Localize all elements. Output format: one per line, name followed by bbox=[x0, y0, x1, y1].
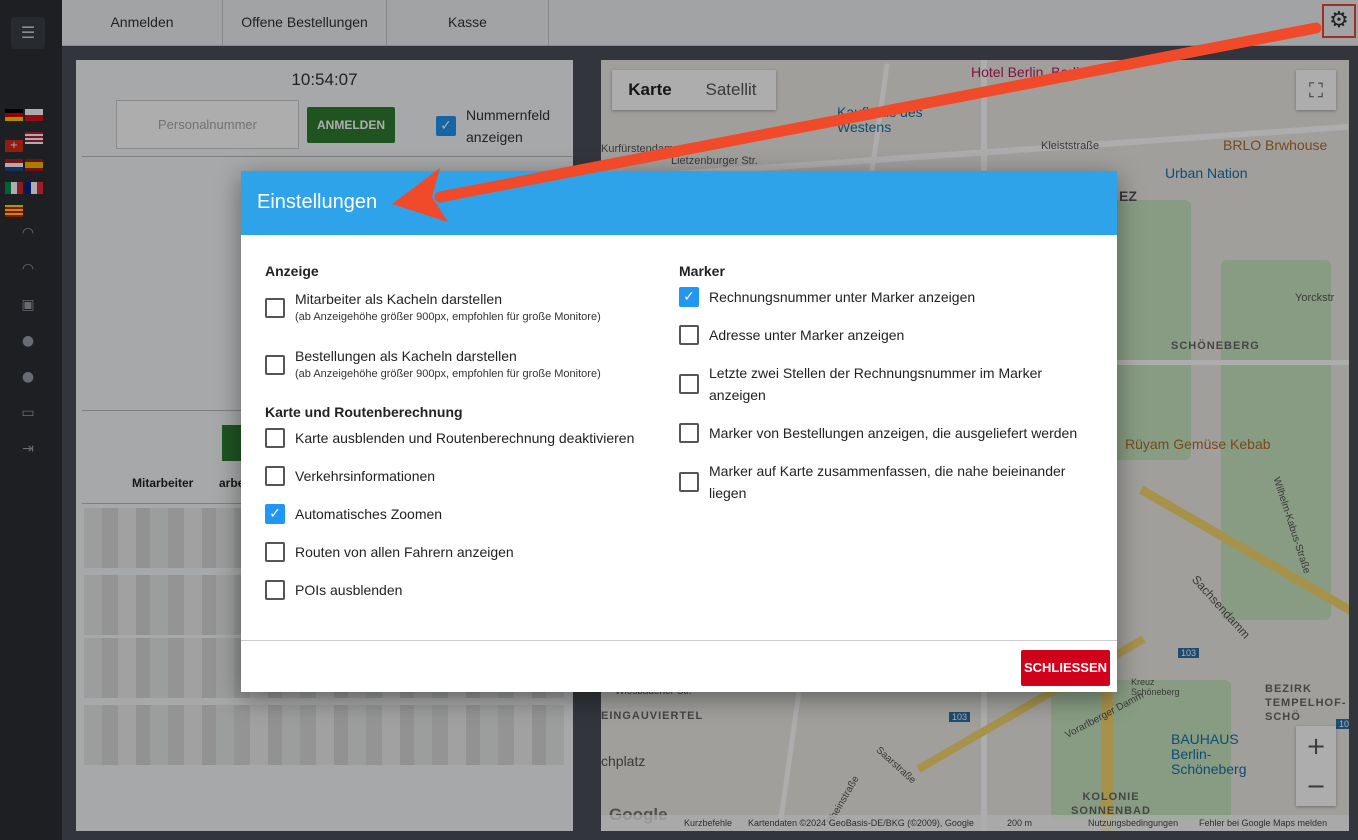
option-label: Marker von Bestellungen anzeigen, die au… bbox=[709, 425, 1078, 441]
option-label: Automatisches Zoomen bbox=[295, 506, 443, 522]
section-anzeige: Anzeige bbox=[265, 263, 319, 279]
section-marker: Marker bbox=[679, 263, 725, 279]
option-label: Marker auf Karte zusammenfassen, die nah… bbox=[709, 463, 1066, 501]
checkbox[interactable] bbox=[265, 298, 285, 318]
checkbox[interactable] bbox=[265, 428, 285, 448]
checkbox[interactable] bbox=[265, 542, 285, 562]
option-label: Adresse unter Marker anzeigen bbox=[709, 327, 905, 343]
checkbox-checked[interactable]: ✓ bbox=[679, 287, 699, 307]
checkbox[interactable] bbox=[679, 472, 699, 492]
option-label: Rechnungsnummer unter Marker anzeigen bbox=[709, 289, 976, 305]
option-label: Letzte zwei Stellen der Rechnungsnummer … bbox=[709, 365, 1043, 403]
checkbox-checked[interactable]: ✓ bbox=[265, 504, 285, 524]
option-label: Karte ausblenden und Routenberechnung de… bbox=[295, 430, 635, 446]
option-sublabel: (ab Anzeigehöhe größer 900px, empfohlen … bbox=[295, 368, 601, 380]
option-label: Bestellungen als Kacheln darstellen bbox=[295, 348, 517, 364]
checkbox[interactable] bbox=[265, 355, 285, 375]
option-label: Mitarbeiter als Kacheln darstellen bbox=[295, 291, 502, 307]
option-sublabel: (ab Anzeigehöhe größer 900px, empfohlen … bbox=[295, 311, 601, 323]
checkbox[interactable] bbox=[679, 423, 699, 443]
option-label: Routen von allen Fahrern anzeigen bbox=[295, 544, 514, 560]
close-button[interactable]: SCHLIESSEN bbox=[1021, 650, 1110, 686]
section-karte-routen: Karte und Routenberechnung bbox=[265, 404, 463, 420]
option-label: Verkehrsinformationen bbox=[295, 468, 436, 484]
checkbox[interactable] bbox=[265, 580, 285, 600]
checkbox[interactable] bbox=[679, 374, 699, 394]
checkbox[interactable] bbox=[679, 325, 699, 345]
settings-dialog: Einstellungen Anzeige Mitarbeiter als Ka… bbox=[241, 171, 1117, 692]
checkbox[interactable] bbox=[265, 466, 285, 486]
dialog-footer-divider bbox=[241, 640, 1117, 641]
dialog-title: Einstellungen bbox=[241, 171, 1117, 235]
option-label: POIs ausblenden bbox=[295, 582, 403, 598]
